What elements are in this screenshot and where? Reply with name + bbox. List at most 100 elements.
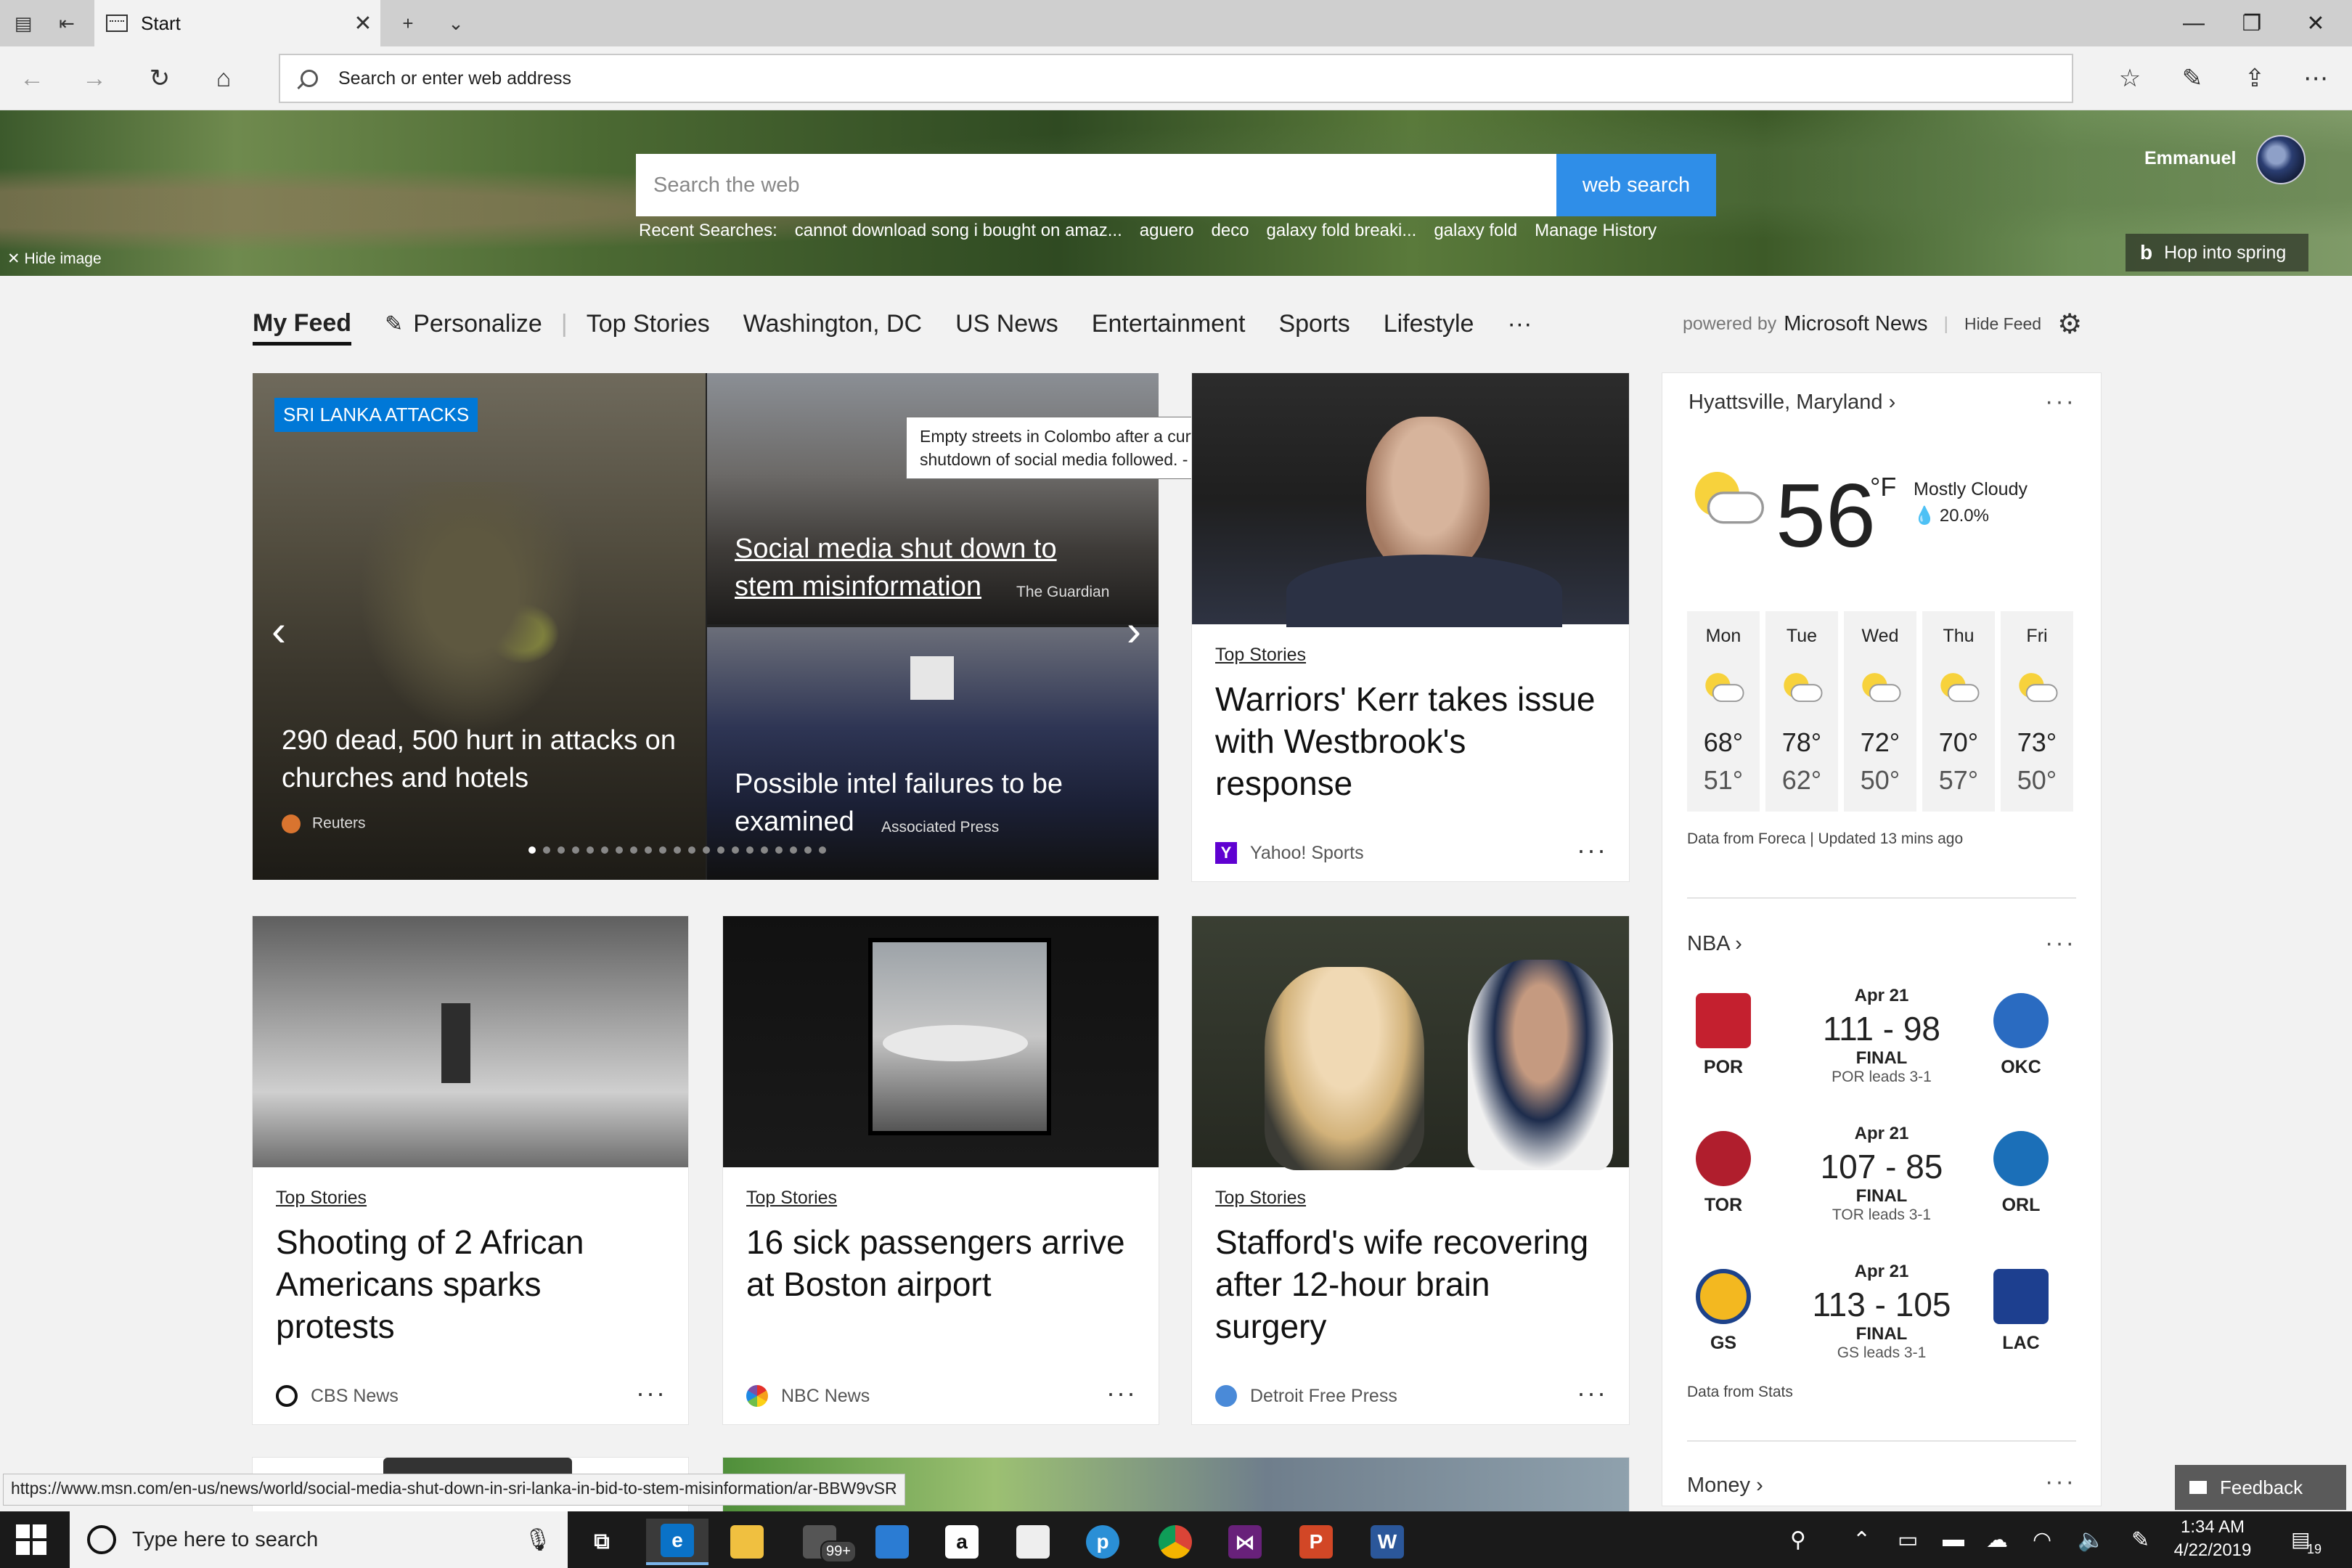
tab-list-icon[interactable]: ▤ <box>10 10 36 36</box>
notification-center-icon[interactable]: ▤ 19 <box>2291 1527 2322 1556</box>
money-more-button[interactable]: ··· <box>2045 1468 2076 1496</box>
category-link[interactable]: Top Stories <box>1215 645 1306 666</box>
tab-us-news[interactable]: US News <box>955 310 1058 338</box>
minimize-button[interactable]: — <box>2176 6 2211 41</box>
headline[interactable]: 16 sick passengers arrive at Boston airp… <box>746 1221 1138 1305</box>
game-score[interactable]: POR Apr 21 111 - 98 FINAL POR leads 3-1 … <box>1687 986 2076 1116</box>
tab-lifestyle[interactable]: Lifestyle <box>1384 310 1474 338</box>
pen-icon[interactable]: ✎ <box>2175 61 2210 96</box>
battery-icon[interactable]: ▬ <box>1943 1527 1964 1552</box>
carousel-dot[interactable] <box>804 846 812 854</box>
share-icon[interactable]: ⇪ <box>2237 61 2272 96</box>
news-card[interactable]: Top Stories 16 sick passengers arrive at… <box>723 916 1159 1424</box>
category-link[interactable]: Top Stories <box>1215 1188 1306 1209</box>
news-card[interactable]: Top Stories Warriors' Kerr takes issue w… <box>1192 373 1629 881</box>
pencil-icon[interactable]: ✎ <box>385 311 403 337</box>
carousel-dot[interactable] <box>775 846 783 854</box>
carousel-dot[interactable] <box>732 846 739 854</box>
recent-search-item[interactable]: aguero <box>1140 221 1194 241</box>
store-icon[interactable] <box>861 1519 923 1565</box>
user-name[interactable]: Emmanuel <box>2144 148 2236 169</box>
more-icon[interactable]: ⋯ <box>2298 61 2333 96</box>
money-header[interactable]: Money › <box>1687 1474 1763 1498</box>
game-score[interactable]: TOR Apr 21 107 - 85 FINAL TOR leads 3-1 … <box>1687 1124 2076 1254</box>
category-link[interactable]: Top Stories <box>276 1188 367 1209</box>
headline[interactable]: Shooting of 2 African Americans sparks p… <box>276 1221 668 1347</box>
word-icon[interactable]: W <box>1356 1519 1418 1565</box>
news-image[interactable] <box>253 916 688 1167</box>
carousel-dot[interactable] <box>645 846 652 854</box>
restore-button[interactable]: ❐ <box>2234 6 2269 41</box>
carousel-dot[interactable] <box>703 846 710 854</box>
pen-workspace-icon[interactable]: ✎ <box>2131 1527 2149 1553</box>
carousel-dot[interactable] <box>688 846 695 854</box>
close-window-button[interactable]: ✕ <box>2298 6 2333 41</box>
chevron-up-icon[interactable]: ⌃ <box>1853 1527 1871 1553</box>
web-search-button[interactable]: web search <box>1556 154 1716 216</box>
carousel-dot[interactable] <box>674 846 681 854</box>
taskbar-search[interactable]: Type here to search 🎙 <box>70 1511 568 1568</box>
recent-search-item[interactable]: galaxy fold breaki... <box>1267 221 1417 241</box>
hide-feed-link[interactable]: Hide Feed <box>1964 314 2041 334</box>
tab-sports[interactable]: Sports <box>1278 310 1349 338</box>
avatar[interactable] <box>2256 135 2306 184</box>
recent-search-item[interactable]: deco <box>1212 221 1249 241</box>
carousel-dot[interactable] <box>601 846 608 854</box>
more-options-button[interactable]: ··· <box>1106 1378 1137 1408</box>
microphone-icon[interactable]: 🎙 <box>524 1527 552 1553</box>
team-home[interactable]: POR <box>1687 986 1760 1078</box>
carousel-dot[interactable] <box>587 846 594 854</box>
news-image[interactable] <box>1192 373 1629 627</box>
powerpoint-icon[interactable]: P <box>1285 1519 1347 1565</box>
carousel-dot[interactable] <box>528 846 536 854</box>
edge-icon[interactable]: e <box>646 1519 709 1565</box>
team-away[interactable]: LAC <box>1985 1262 2057 1354</box>
new-tab-icon[interactable]: + <box>395 10 421 36</box>
people-icon[interactable]: ⚲ <box>1790 1527 1806 1553</box>
weather-location[interactable]: Hyattsville, Maryland › <box>1689 391 1895 415</box>
hide-image-button[interactable]: ✕ Hide image <box>7 250 102 268</box>
chevron-down-icon[interactable]: ⌄ <box>443 10 469 36</box>
recent-search-item[interactable]: galaxy fold <box>1434 221 1517 241</box>
set-aside-tabs-icon[interactable]: ⇤ <box>54 10 80 36</box>
weather-more-button[interactable]: ··· <box>2045 388 2076 416</box>
volume-icon[interactable]: 🔈 <box>2078 1527 2104 1553</box>
tab-start[interactable]: Start ✕ <box>94 0 380 46</box>
nba-more-button[interactable]: ··· <box>2045 929 2076 957</box>
refresh-icon[interactable]: ↻ <box>142 61 177 96</box>
carousel-dot[interactable] <box>819 846 826 854</box>
carousel-main-headline[interactable]: 290 dead, 500 hurt in attacks on churche… <box>282 722 688 797</box>
close-tab-icon[interactable]: ✕ <box>346 11 380 36</box>
app-p-icon[interactable]: p <box>1071 1519 1134 1565</box>
carousel-dot[interactable] <box>717 846 724 854</box>
feedback-button[interactable]: Feedback <box>2175 1465 2346 1510</box>
personalize-link[interactable]: Personalize <box>413 310 542 338</box>
category-link[interactable]: Top Stories <box>746 1188 837 1209</box>
carousel-dot[interactable] <box>572 846 579 854</box>
tab-washington-dc[interactable]: Washington, DC <box>743 310 922 338</box>
task-view-icon[interactable]: ⧉ <box>571 1519 633 1565</box>
more-options-button[interactable]: ··· <box>1577 835 1607 865</box>
chevron-right-icon[interactable]: › <box>1119 605 1148 656</box>
forecast-day[interactable]: Tue 78° 62° <box>1765 611 1838 812</box>
web-search-input[interactable]: Search the web <box>636 154 1556 216</box>
news-image[interactable] <box>1192 916 1629 1170</box>
home-icon[interactable]: ⌂ <box>206 61 241 96</box>
tab-entertainment[interactable]: Entertainment <box>1092 310 1246 338</box>
carousel-dot[interactable] <box>616 846 623 854</box>
carousel-bottom-image[interactable] <box>707 627 1159 880</box>
display-icon[interactable]: ▭ <box>1898 1527 1918 1553</box>
more-tabs-button[interactable]: ··· <box>1507 310 1532 338</box>
team-away[interactable]: ORL <box>1985 1124 2057 1216</box>
address-bar[interactable]: Search or enter web address <box>279 54 2073 103</box>
headline[interactable]: Stafford's wife recovering after 12-hour… <box>1215 1221 1609 1347</box>
carousel-dot[interactable] <box>659 846 666 854</box>
forecast-day[interactable]: Mon 68° 51° <box>1687 611 1760 812</box>
team-home[interactable]: GS <box>1687 1262 1760 1354</box>
tab-top-stories[interactable]: Top Stories <box>587 310 710 338</box>
carousel-dot[interactable] <box>790 846 797 854</box>
topic-badge[interactable]: SRI LANKA ATTACKS <box>274 398 478 432</box>
more-options-button[interactable]: ··· <box>1577 1378 1607 1408</box>
news-card[interactable]: Top Stories Stafford's wife recovering a… <box>1192 916 1629 1424</box>
windows-start-icon[interactable] <box>16 1524 46 1555</box>
